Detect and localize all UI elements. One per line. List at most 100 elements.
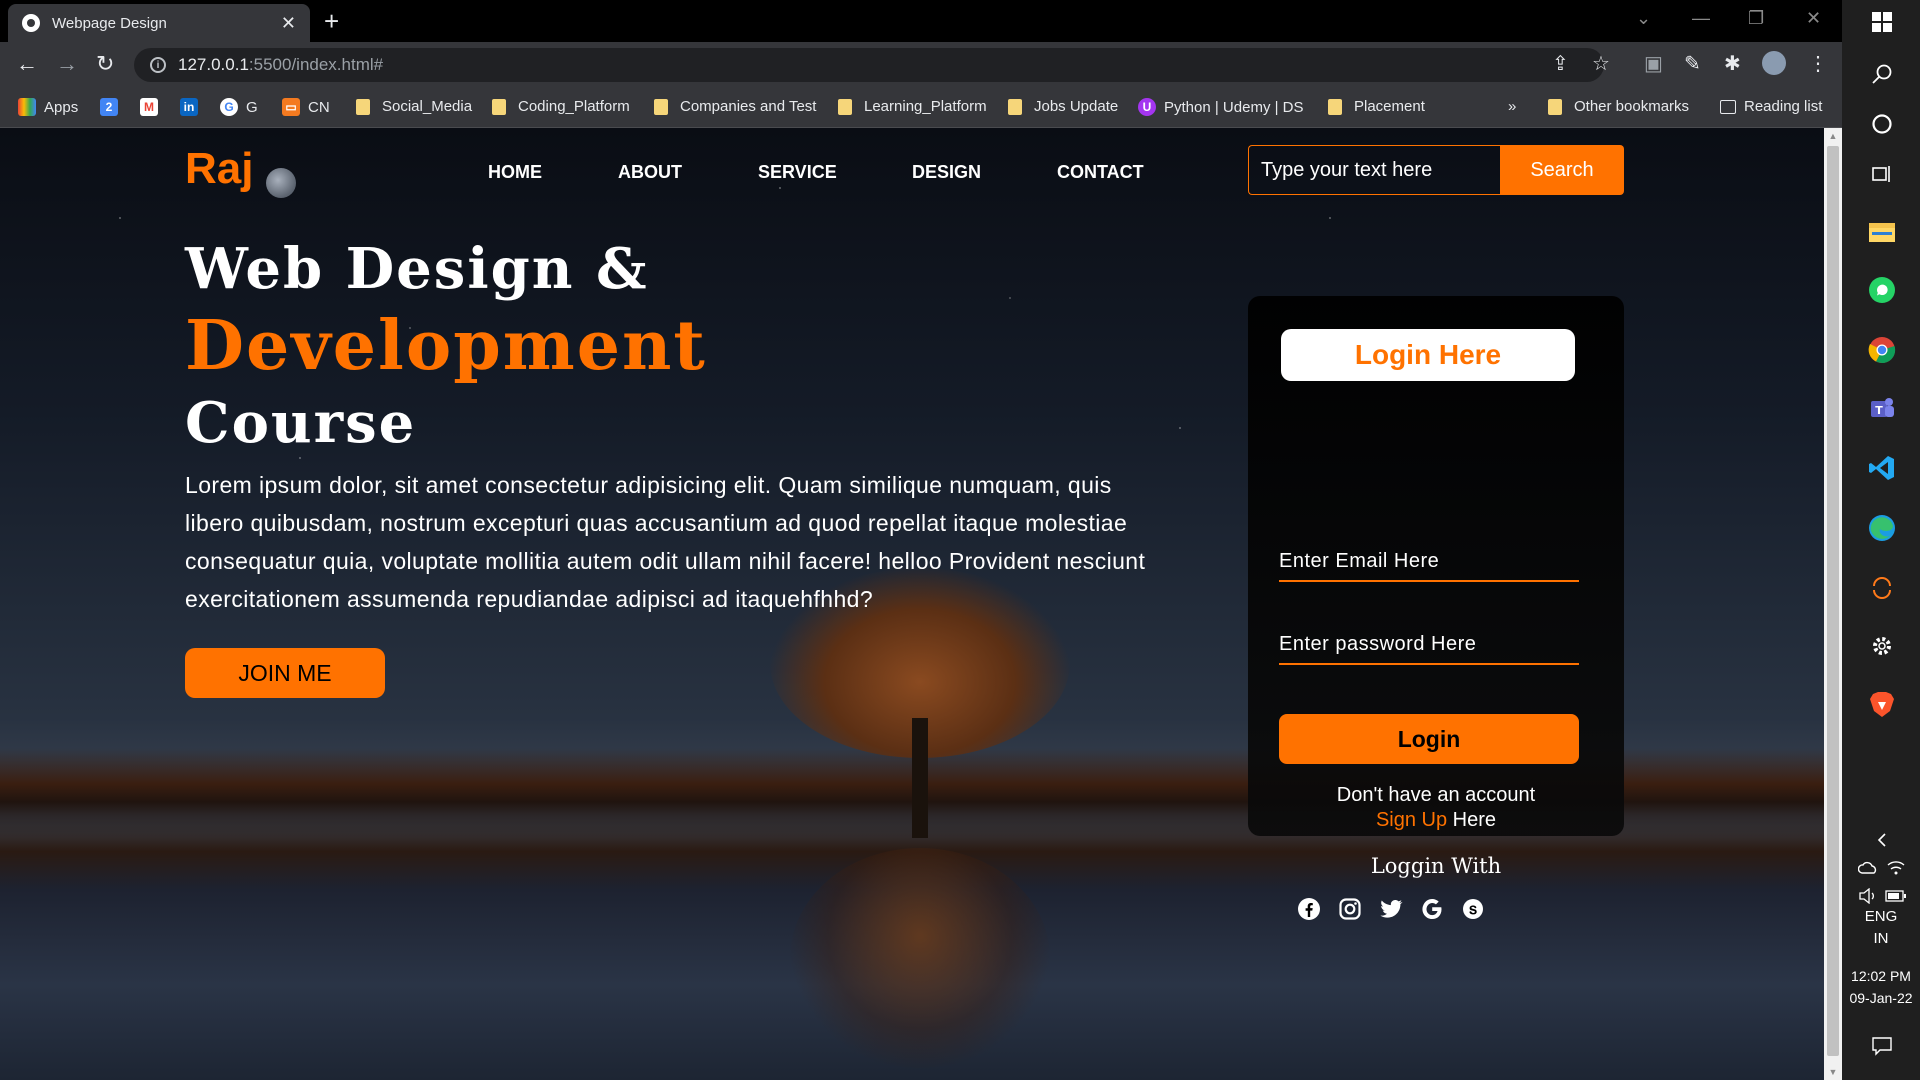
extension-pen-icon[interactable]: ✎ [1684, 53, 1701, 75]
tab-search-icon[interactable]: ⌄ [1636, 8, 1651, 29]
url-field[interactable]: i 127.0.0.1 :5500/index.html# [134, 48, 1604, 82]
signup-link[interactable]: Sign Up [1376, 809, 1447, 831]
task-view-icon[interactable] [1866, 158, 1898, 190]
language-code[interactable]: ENG [1842, 908, 1920, 925]
clock-time[interactable]: 12:02 PM [1842, 968, 1920, 984]
extensions-puzzle-icon[interactable]: ✱ [1724, 53, 1741, 75]
vscode-icon[interactable] [1866, 452, 1898, 484]
bookmark-python-udemy[interactable]: U Python | Udemy | DS [1138, 98, 1304, 116]
bookmark-companies[interactable]: Companies and Test [654, 98, 816, 115]
email-field[interactable] [1279, 542, 1579, 582]
reload-icon[interactable]: ↻ [96, 52, 114, 76]
bookmark-star-icon[interactable]: ☆ [1592, 53, 1610, 75]
site-info-icon[interactable]: i [150, 57, 166, 73]
back-icon[interactable]: ← [16, 52, 38, 76]
bookmark-label: Jobs Update [1034, 98, 1119, 115]
join-me-button[interactable]: JOIN ME [185, 648, 385, 698]
folder-icon [654, 98, 668, 115]
bookmark-label: Apps [44, 98, 79, 116]
bookmark-label: Learning_Platform [864, 98, 987, 115]
nav-home[interactable]: HOME [488, 162, 542, 183]
share-icon[interactable]: ⇪ [1552, 53, 1569, 75]
windows-start-icon[interactable] [1866, 6, 1898, 38]
instagram-icon[interactable] [1337, 896, 1363, 922]
profile-avatar-icon[interactable] [1762, 51, 1786, 75]
scroll-down-icon[interactable]: ▼ [1824, 1064, 1842, 1080]
page-scrollbar[interactable]: ▲ ▼ [1824, 128, 1842, 1080]
signup-line: Sign Up Here [1248, 809, 1624, 832]
hero-title-line1: Web Design & [185, 236, 649, 302]
language-region[interactable]: IN [1842, 930, 1920, 947]
bookmark-coding-platform[interactable]: Coding_Platform [492, 98, 630, 115]
bookmark-label: Python | Udemy | DS [1164, 98, 1304, 116]
edge-icon[interactable] [1866, 512, 1898, 544]
google-icon[interactable] [1419, 896, 1445, 922]
restore-icon[interactable]: ❐ [1748, 8, 1764, 29]
twitter-icon[interactable] [1378, 896, 1404, 922]
bookmark-label: Placement [1354, 98, 1425, 115]
new-tab-icon[interactable]: + [324, 8, 339, 34]
minimize-icon[interactable]: — [1692, 8, 1710, 29]
loggin-with-label: Loggin With [1370, 854, 1502, 878]
file-explorer-icon[interactable] [1866, 216, 1898, 248]
bookmark-placement[interactable]: Placement [1328, 98, 1425, 115]
reading-list-label: Reading list [1744, 98, 1823, 115]
cortana-icon[interactable] [1866, 108, 1898, 140]
tab-close-icon[interactable]: ✕ [281, 13, 296, 34]
teams-icon[interactable]: T [1866, 392, 1898, 424]
whatsapp-icon[interactable] [1866, 274, 1898, 306]
settings-icon[interactable] [1866, 630, 1898, 662]
svg-text:T: T [1875, 404, 1883, 417]
reading-list[interactable]: Reading list [1720, 98, 1822, 115]
url-path: :5500/index.html# [248, 55, 384, 74]
folder-icon [1008, 98, 1022, 115]
skype-icon[interactable] [1460, 896, 1486, 922]
bookmark-jobs[interactable]: Jobs Update [1008, 98, 1118, 115]
extension-help-icon[interactable]: ▣ [1644, 53, 1663, 75]
search-button[interactable]: Search [1500, 145, 1624, 195]
brave-icon[interactable] [1866, 688, 1898, 720]
tab-favicon-icon [22, 14, 40, 32]
chrome-icon[interactable] [1866, 334, 1898, 366]
url-host: 127.0.0.1 [178, 55, 249, 74]
moon-icon [266, 168, 296, 198]
close-window-icon[interactable]: ✕ [1806, 8, 1821, 29]
bookmark-social-media[interactable]: Social_Media [356, 98, 472, 115]
scroll-up-icon[interactable]: ▲ [1824, 128, 1842, 144]
calendar-icon: 2 [100, 98, 118, 116]
bookmarks-overflow[interactable]: » [1508, 98, 1516, 115]
login-button[interactable]: Login [1279, 714, 1579, 764]
bookmark-linkedin[interactable]: in [180, 98, 206, 116]
nav-contact[interactable]: CONTACT [1057, 162, 1144, 183]
browser-menu-icon[interactable]: ⋮ [1808, 53, 1828, 75]
google-icon: G [220, 98, 238, 116]
bookmark-calendar[interactable]: 2 [100, 98, 126, 116]
nav-service[interactable]: SERVICE [758, 162, 837, 183]
sync-icon[interactable] [1866, 572, 1898, 604]
password-field[interactable] [1279, 625, 1579, 665]
bookmark-gmail[interactable]: M [140, 98, 166, 116]
search-input[interactable] [1248, 145, 1500, 195]
search-icon[interactable] [1866, 58, 1898, 90]
folder-icon [356, 98, 370, 115]
facebook-icon[interactable] [1296, 896, 1322, 922]
tab-title: Webpage Design [52, 14, 167, 32]
folder-icon [838, 98, 852, 115]
clock-date[interactable]: 09-Jan-22 [1842, 990, 1920, 1006]
nav-about[interactable]: ABOUT [618, 162, 682, 183]
bookmark-apps[interactable]: Apps [18, 98, 78, 116]
notifications-icon[interactable] [1866, 1030, 1898, 1062]
bookmarks-bar: Apps 2 M in GG ▭ CN Social_Media Coding_P… [0, 88, 1842, 128]
bookmark-learning[interactable]: Learning_Platform [838, 98, 987, 115]
linkedin-icon: in [180, 98, 198, 116]
bookmark-cn[interactable]: ▭ CN [282, 98, 330, 116]
tree-trunk [912, 718, 928, 838]
bookmark-other[interactable]: Other bookmarks [1548, 98, 1689, 115]
forward-icon[interactable]: → [56, 52, 78, 76]
active-tab[interactable]: Webpage Design ✕ [8, 4, 310, 42]
brand-logo[interactable]: Raj [185, 144, 253, 194]
scroll-thumb[interactable] [1827, 146, 1839, 1056]
nav-design[interactable]: DESIGN [912, 162, 981, 183]
bookmark-google[interactable]: GG [220, 98, 258, 116]
bookmark-label: CN [308, 98, 330, 116]
